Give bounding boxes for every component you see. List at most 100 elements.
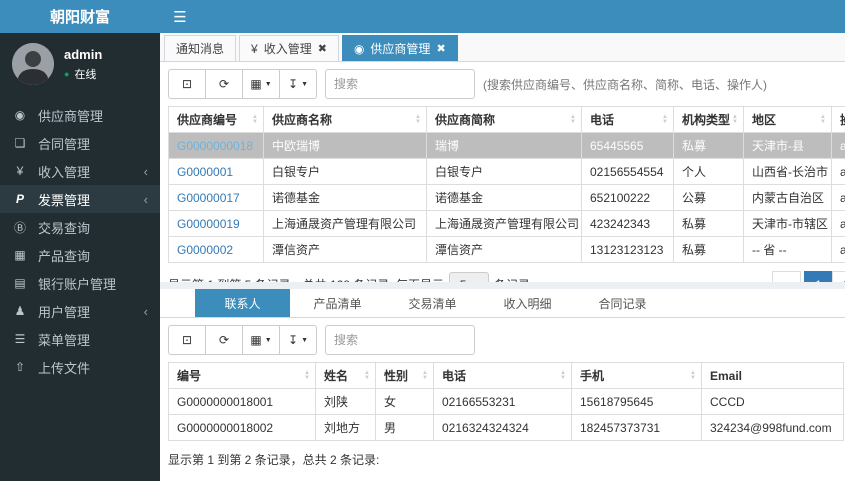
col-name[interactable]: 姓名 ▲ ▼: [315, 362, 376, 389]
sidebar-item-label: 产品查询: [38, 248, 91, 264]
table-row[interactable]: G0000000018 中欧瑞博 瑞博 65445565 私募 天津市-县 ad…: [168, 132, 845, 159]
sidebar-item-label: 发票管理: [38, 192, 91, 208]
tab-label: 通知消息: [176, 42, 225, 56]
sort-icon[interactable]: ▲ ▼: [415, 114, 421, 125]
contacts-search-input[interactable]: [325, 325, 475, 355]
col-mobile[interactable]: 手机 ▲ ▼: [571, 362, 702, 389]
sort-icon[interactable]: ▲ ▼: [364, 370, 370, 381]
prev-page-button[interactable]: ‹: [772, 271, 801, 282]
supplier-id-link[interactable]: G00000017: [177, 191, 240, 205]
supplier-id-link[interactable]: G0000000018: [177, 139, 253, 153]
col-institution-type[interactable]: 机构类型 ▲ ▼: [673, 106, 744, 133]
table-row[interactable]: G00000019 上海通晟资产管理有限公司 上海通晟资产管理有限公司 4232…: [168, 210, 845, 237]
sidebar-item-transaction-query[interactable]: Ⓑ 交易查询: [0, 213, 160, 241]
tab-product-list[interactable]: 产品清单: [290, 289, 385, 317]
col-email[interactable]: Email: [701, 362, 844, 389]
sidebar-item-bank-account-mgmt[interactable]: ▤ 银行账户管理: [0, 269, 160, 297]
export-icon: ↧: [288, 333, 299, 347]
sort-icon[interactable]: ▲ ▼: [304, 370, 310, 381]
table-row[interactable]: G00000017 诺德基金 诺德基金 652100222 公募 内蒙古自治区 …: [168, 184, 845, 211]
col-region[interactable]: 地区 ▲ ▼: [743, 106, 832, 133]
table-header-row: 供应商编号 ▲ ▼ 供应商名称 ▲ ▼ 供应商简称 ▲ ▼ 电话 ▲ ▼ 机构类型 ▲ ▼…: [168, 106, 845, 133]
sidebar-item-invoice-mgmt[interactable]: P 发票管理 ‹: [0, 185, 160, 213]
tab-strip: 通知消息 ¥ 收入管理 ✖ ◉ 供应商管理 ✖: [160, 33, 845, 62]
table-row[interactable]: G0000000018001 刘陕 女 02166553231 15618795…: [168, 388, 844, 415]
col-supplier-short-name[interactable]: 供应商简称 ▲ ▼: [426, 106, 582, 133]
sidebar-item-menu-mgmt[interactable]: ☰ 菜单管理: [0, 325, 160, 353]
tab-income-detail[interactable]: 收入明细: [480, 289, 575, 317]
supplier-id-link[interactable]: G00000019: [177, 217, 240, 231]
toggle-icon: ⊡: [181, 333, 193, 347]
col-operator[interactable]: 操作人: [831, 106, 845, 133]
supplier-table: 供应商编号 ▲ ▼ 供应商名称 ▲ ▼ 供应商简称 ▲ ▼ 电话 ▲ ▼ 机构类型 ▲ ▼…: [168, 106, 845, 263]
col-contact-id[interactable]: 编号 ▲ ▼: [168, 362, 316, 389]
sort-icon[interactable]: ▲ ▼: [252, 114, 258, 125]
sidebar-item-supplier-mgmt[interactable]: ◉ 供应商管理: [0, 101, 160, 129]
supplier-id-link[interactable]: G0000001: [177, 165, 233, 179]
sidebar-item-product-query[interactable]: ▦ 产品查询: [0, 241, 160, 269]
sidebar-item-user-mgmt[interactable]: ♟ 用户管理 ‹: [0, 297, 160, 325]
sidebar-menu: ◉ 供应商管理 ❏ 合同管理 ¥ 收入管理 ‹ P 发票管理 ‹ Ⓑ 交易查询 …: [0, 101, 160, 381]
columns-button[interactable]: ▦ ▼: [242, 69, 280, 99]
sort-icon[interactable]: ▲ ▼: [570, 114, 576, 125]
caret-down-icon: ▼: [264, 336, 272, 344]
refresh-button[interactable]: ⟳: [205, 325, 243, 355]
hamburger-icon[interactable]: ☰: [160, 0, 200, 33]
tab-income-mgmt[interactable]: ¥ 收入管理 ✖: [239, 35, 339, 61]
col-phone[interactable]: 电话 ▲ ▼: [581, 106, 674, 133]
sort-icon[interactable]: ▲ ▼: [560, 370, 566, 381]
tab-contacts[interactable]: 联系人: [195, 289, 290, 317]
sidebar-item-upload-file[interactable]: ⇧ 上传文件: [0, 353, 160, 381]
toggle-pagination-button[interactable]: ⊡: [168, 325, 206, 355]
table-row[interactable]: G0000002 潭信资产 潭信资产 13123123123 私募 -- 省 -…: [168, 236, 845, 263]
export-button[interactable]: ↧ ▼: [279, 69, 317, 99]
record-summary-suffix: 条记录: [494, 276, 530, 282]
col-supplier-name[interactable]: 供应商名称 ▲ ▼: [263, 106, 427, 133]
tab-supplier-mgmt[interactable]: ◉ 供应商管理 ✖: [341, 35, 458, 61]
page-button-2[interactable]: 2: [832, 271, 845, 282]
page-size-selector[interactable]: 5 ▲: [449, 271, 490, 282]
tab-label: 供应商管理: [370, 42, 431, 56]
dot-circle-icon: ◉: [353, 41, 365, 56]
supplier-id-link[interactable]: G0000002: [177, 243, 233, 257]
topbar: ☰: [160, 0, 845, 33]
sidebar-item-label: 合同管理: [38, 136, 91, 152]
toggle-pagination-button[interactable]: ⊡: [168, 69, 206, 99]
sort-icon[interactable]: ▲ ▼: [732, 114, 738, 125]
close-icon[interactable]: ✖: [318, 42, 327, 55]
export-button[interactable]: ↧ ▼: [279, 325, 317, 355]
caret-down-icon: ▼: [301, 336, 308, 344]
columns-button[interactable]: ▦ ▼: [242, 325, 280, 355]
tab-notice[interactable]: 通知消息: [164, 35, 237, 61]
col-supplier-id[interactable]: 供应商编号 ▲ ▼: [168, 106, 264, 133]
tab-transaction-list[interactable]: 交易清单: [385, 289, 480, 317]
user-info: admin ● 在线: [64, 47, 102, 82]
sort-icon[interactable]: ▲ ▼: [662, 114, 668, 125]
product-icon: ▦: [14, 248, 26, 262]
refresh-icon: ⟳: [218, 77, 230, 91]
caret-down-icon: ▼: [264, 80, 272, 88]
sidebar-item-label: 银行账户管理: [38, 276, 117, 292]
refresh-button[interactable]: ⟳: [205, 69, 243, 99]
caret-up-icon: ▲: [471, 281, 478, 282]
user-name: admin: [64, 46, 103, 62]
sidebar-item-income-mgmt[interactable]: ¥ 收入管理 ‹: [0, 157, 160, 185]
supplier-search-input[interactable]: [325, 69, 475, 99]
table-row[interactable]: G0000000018002 刘地方 男 0216324324324 18245…: [168, 414, 844, 441]
app-logo[interactable]: 朝阳财富: [0, 0, 160, 33]
close-icon[interactable]: ✖: [436, 42, 445, 55]
table-row[interactable]: G0000001 白银专户 白银专户 02156554554 个人 山西省-长治…: [168, 158, 845, 185]
col-gender[interactable]: 性别 ▲ ▼: [375, 362, 434, 389]
sort-icon[interactable]: ▲ ▼: [422, 370, 428, 381]
sidebar-item-contract-mgmt[interactable]: ❏ 合同管理: [0, 129, 160, 157]
sidebar-item-label: 上传文件: [38, 360, 91, 376]
col-phone[interactable]: 电话 ▲ ▼: [433, 362, 572, 389]
detail-panel: 联系人 产品清单 交易清单 收入明细 合同记录 ⊡ ⟳ ▦ ▼ ↧ ▼ 搜索 编…: [160, 289, 845, 481]
table-header-row: 编号 ▲ ▼ 姓名 ▲ ▼ 性别 ▲ ▼ 电话 ▲ ▼ 手机 ▲ ▼ Email: [168, 362, 844, 389]
sort-icon[interactable]: ▲ ▼: [820, 114, 826, 125]
sort-icon[interactable]: ▲ ▼: [690, 370, 696, 381]
page-button-1[interactable]: 1: [804, 271, 833, 282]
sidebar-item-label: 收入管理: [38, 164, 91, 180]
caret-down-icon: ▼: [301, 80, 308, 88]
tab-contract-records[interactable]: 合同记录: [575, 289, 670, 317]
